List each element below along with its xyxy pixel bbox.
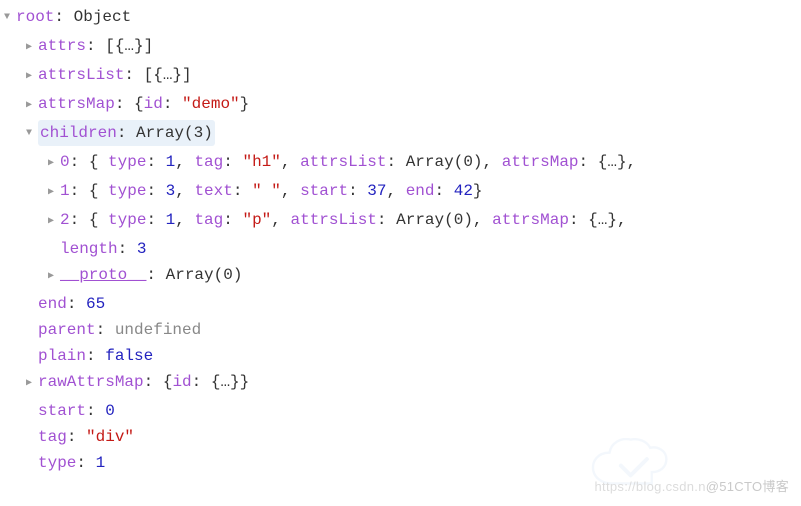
- k: tag: [194, 153, 223, 171]
- disclosure-right-icon[interactable]: [26, 91, 38, 120]
- key-type: type: [38, 454, 76, 472]
- disclosure-right-icon[interactable]: [26, 369, 38, 398]
- row-start: start: 0: [22, 398, 801, 424]
- k: type: [108, 153, 146, 171]
- v: "p": [242, 211, 271, 229]
- v: 1: [166, 153, 176, 171]
- row-children[interactable]: children: Array(3): [22, 120, 801, 149]
- val-attrsList: [{…}]: [144, 66, 192, 84]
- disclosure-right-icon[interactable]: [48, 207, 60, 236]
- key-parent: parent: [38, 321, 96, 339]
- row-children-length: length: 3: [44, 236, 801, 262]
- val-attrsMap-id: "demo": [182, 95, 240, 113]
- val-proto: Array(0): [166, 266, 243, 284]
- val-root: Object: [74, 8, 132, 26]
- watermark-left: https://blog.csdn.n: [595, 479, 706, 494]
- k: attrsMap: [502, 153, 579, 171]
- k: attrsMap: [492, 211, 569, 229]
- key-rawAttrsMap-id: id: [172, 373, 191, 391]
- key-attrsMap: attrsMap: [38, 95, 115, 113]
- row-child-0[interactable]: 0: { type: 1, tag: "h1", attrsList: Arra…: [44, 149, 801, 178]
- disclosure-right-icon[interactable]: [26, 62, 38, 91]
- key-idx1: 1: [60, 182, 70, 200]
- row-parent: parent: undefined: [22, 317, 801, 343]
- k: type: [108, 211, 146, 229]
- key-tag: tag: [38, 428, 67, 446]
- k: attrsList: [300, 153, 386, 171]
- row-attrs[interactable]: attrs: [{…}]: [22, 33, 801, 62]
- row-attrsList[interactable]: attrsList: [{…}]: [22, 62, 801, 91]
- key-end: end: [38, 295, 67, 313]
- row-children-proto[interactable]: __proto__: Array(0): [44, 262, 801, 291]
- key-length: length: [60, 240, 118, 258]
- key-start: start: [38, 402, 86, 420]
- val-children: Array(3): [136, 124, 213, 142]
- v: "h1": [242, 153, 280, 171]
- k: type: [108, 182, 146, 200]
- k: text: [194, 182, 232, 200]
- disclosure-right-icon[interactable]: [48, 149, 60, 178]
- v: 1: [166, 211, 176, 229]
- disclosure-down-icon[interactable]: [26, 120, 38, 149]
- v: 42: [454, 182, 473, 200]
- val-length: 3: [137, 240, 147, 258]
- row-tag: tag: "div": [22, 424, 801, 450]
- disclosure-right-icon[interactable]: [26, 33, 38, 62]
- key-root: root: [16, 8, 54, 26]
- watermark-text: https://blog.csdn.n@51CTO博客: [595, 474, 789, 500]
- key-attrs: attrs: [38, 37, 86, 55]
- disclosure-right-icon[interactable]: [48, 262, 60, 291]
- v: Array(0): [406, 153, 483, 171]
- v: 37: [367, 182, 386, 200]
- val-parent: undefined: [115, 321, 201, 339]
- val-start: 0: [105, 402, 115, 420]
- object-tree: root: Object attrs: [{…}] attrsList: [{……: [0, 0, 801, 476]
- key-attrsList: attrsList: [38, 66, 124, 84]
- row-plain: plain: false: [22, 343, 801, 369]
- row-end: end: 65: [22, 291, 801, 317]
- row-type: type: 1: [22, 450, 801, 476]
- val-plain: false: [105, 347, 153, 365]
- v: " ": [252, 182, 281, 200]
- row-attrsMap[interactable]: attrsMap: {id: "demo"}: [22, 91, 801, 120]
- row-child-2[interactable]: 2: { type: 1, tag: "p", attrsList: Array…: [44, 207, 801, 236]
- key-proto: __proto__: [60, 266, 146, 284]
- v: {…},: [598, 153, 636, 171]
- k: attrsList: [290, 211, 376, 229]
- k: tag: [194, 211, 223, 229]
- v: {…},: [588, 211, 626, 229]
- k: start: [300, 182, 348, 200]
- v: Array(0): [396, 211, 473, 229]
- k: end: [406, 182, 435, 200]
- val-tag: "div": [86, 428, 134, 446]
- key-plain: plain: [38, 347, 86, 365]
- disclosure-right-icon[interactable]: [48, 178, 60, 207]
- key-idx2: 2: [60, 211, 70, 229]
- val-attrs: [{…}]: [105, 37, 153, 55]
- disclosure-down-icon[interactable]: [4, 4, 16, 33]
- row-root[interactable]: root: Object: [0, 4, 801, 33]
- key-children: children: [40, 124, 117, 142]
- key-idx0: 0: [60, 153, 70, 171]
- v: 3: [166, 182, 176, 200]
- val-type: 1: [96, 454, 106, 472]
- watermark-right: @51CTO博客: [706, 479, 789, 494]
- key-attrsMap-id: id: [144, 95, 163, 113]
- val-end: 65: [86, 295, 105, 313]
- row-child-1[interactable]: 1: { type: 3, text: " ", start: 37, end:…: [44, 178, 801, 207]
- val-rawAttrsMap-id: {…}: [211, 373, 240, 391]
- key-rawAttrsMap: rawAttrsMap: [38, 373, 144, 391]
- row-rawAttrsMap[interactable]: rawAttrsMap: {id: {…}}: [22, 369, 801, 398]
